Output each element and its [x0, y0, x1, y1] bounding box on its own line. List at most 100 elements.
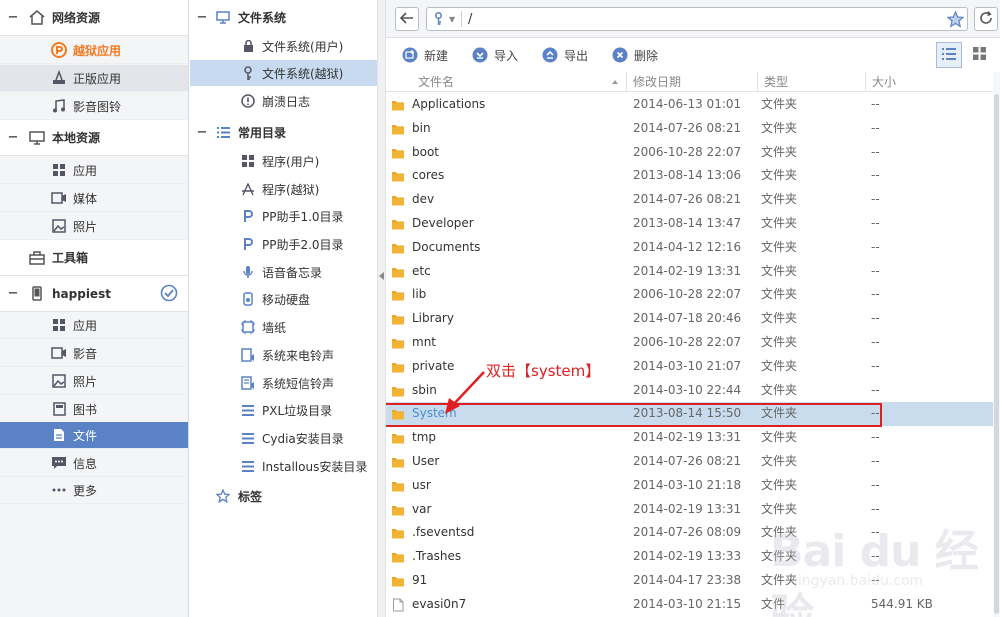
file-row[interactable]: Library 2014-07-18 20:46 文件夹 -- [386, 307, 993, 331]
file-date: 2013-08-14 13:06 [633, 168, 742, 183]
file-type: 文件夹 [761, 335, 798, 349]
file-size: -- [871, 192, 880, 207]
panel-collapse-handle[interactable] [377, 0, 386, 617]
file-row[interactable]: Documents 2014-04-12 12:16 文件夹 -- [386, 236, 993, 260]
grid-view-button[interactable] [966, 42, 992, 68]
file-type: 文件夹 [761, 430, 798, 445]
sidebar-item-device-photos[interactable]: 照片 [0, 368, 188, 395]
list-icon [214, 126, 232, 138]
file-date: 2014-03-10 21:07 [633, 358, 742, 373]
tree-section-tags[interactable]: 标签 [190, 481, 377, 511]
file-row[interactable]: mnt 2006-10-28 22:07 文件夹 -- [386, 331, 993, 355]
file-row[interactable]: Developer 2013-08-14 13:47 文件夹 -- [386, 212, 993, 236]
column-date[interactable]: 修改日期 [626, 72, 681, 92]
file-row[interactable]: bin 2014-07-26 08:21 文件夹 -- [386, 117, 993, 141]
column-type[interactable]: 类型 [757, 72, 788, 92]
collapse-toggle[interactable]: − [0, 286, 26, 301]
tree-item-cydia-dir[interactable]: Cydia安装目录 [190, 425, 377, 451]
file-row[interactable]: cores 2013-08-14 13:06 文件夹 -- [386, 164, 993, 188]
sidebar-group-device[interactable]: − happiest [0, 276, 188, 312]
sidebar-item-jailbreak-apps[interactable]: 越狱应用 [0, 37, 188, 64]
back-button[interactable] [395, 7, 419, 31]
file-size: -- [871, 97, 880, 111]
file-date: 2014-07-26 08:09 [633, 525, 742, 540]
collapse-toggle[interactable]: − [190, 125, 214, 140]
file-date: 2014-07-26 08:21 [633, 192, 742, 207]
sidebar-item-local-media[interactable]: 媒体 [0, 185, 188, 212]
scrollbar-thumb[interactable] [994, 94, 999, 614]
folder-icon [391, 288, 405, 302]
tree-item-pp1-dir[interactable]: PP助手1.0目录 [190, 203, 377, 229]
tree-item-sms-ringtones[interactable]: 系统短信铃声 [190, 370, 377, 396]
tree-item-fs-jailbreak[interactable]: 文件系统(越狱) [190, 60, 377, 86]
collapse-toggle[interactable]: − [190, 10, 214, 25]
tree-item-pxl-dir[interactable]: PXL垃圾目录 [190, 397, 377, 423]
tree-item-wallpaper[interactable]: 墙纸 [190, 314, 377, 340]
sidebar-item-local-apps[interactable]: 应用 [0, 157, 188, 184]
sidebar-item-genuine-apps[interactable]: 正版应用 [0, 65, 188, 92]
file-type: 文件夹 [761, 454, 798, 468]
column-size[interactable]: 大小 [865, 72, 896, 92]
file-row[interactable]: lib 2006-10-28 22:07 文件夹 -- [386, 283, 993, 307]
file-row[interactable]: User 2014-07-26 08:21 文件夹 -- [386, 450, 993, 474]
lock-icon [240, 39, 256, 53]
tree-item-apps-user[interactable]: 程序(用户) [190, 148, 377, 174]
list-icon [240, 404, 256, 416]
tree-item-voice-memos[interactable]: 语音备忘录 [190, 259, 377, 285]
file-date: 2014-04-12 12:16 [633, 239, 742, 254]
ringtone-icon [240, 348, 256, 362]
file-row[interactable]: usr 2014-03-10 21:18 文件夹 -- [386, 474, 993, 498]
file-type: 文件夹 [761, 311, 798, 326]
sidebar-group-network[interactable]: − 网络资源 [0, 0, 188, 36]
sidebar: − 网络资源 越狱应用 正版应用 影音图铃 − 本地资源 应用 媒体 照片 工具… [0, 0, 189, 617]
file-row[interactable]: etc 2014-02-19 13:31 文件夹 -- [386, 260, 993, 284]
file-row[interactable]: Applications 2014-06-13 01:01 文件夹 -- [386, 93, 993, 117]
sidebar-item-device-video[interactable]: 影音 [0, 340, 188, 367]
tree-item-apps-jailbreak[interactable]: 程序(越狱) [190, 176, 377, 202]
sidebar-group-toolbox[interactable]: 工具箱 [0, 240, 188, 276]
tree-section-filesystem[interactable]: − 文件系统 [190, 2, 377, 32]
file-size: -- [871, 311, 880, 326]
file-date: 2014-03-10 22:44 [633, 382, 742, 397]
sidebar-item-device-messages[interactable]: 信息 [0, 450, 188, 477]
file-row[interactable]: dev 2014-07-26 08:21 文件夹 -- [386, 188, 993, 212]
dropdown-caret-icon[interactable]: ▼ [449, 15, 459, 24]
sidebar-item-device-files[interactable]: 文件 [0, 422, 188, 449]
tree-item-mobile-drive[interactable]: 移动硬盘 [190, 286, 377, 312]
folder-icon [391, 193, 405, 207]
tree-item-fs-user[interactable]: 文件系统(用户) [190, 33, 377, 59]
sidebar-item-media-ringtones[interactable]: 影音图铃 [0, 93, 188, 120]
file-row[interactable]: tmp 2014-02-19 13:31 文件夹 -- [386, 426, 993, 450]
export-button[interactable]: 导出 [542, 47, 588, 64]
column-name[interactable]: 文件名 [412, 72, 454, 92]
delete-button[interactable]: 删除 [612, 47, 658, 64]
file-name: Documents [412, 239, 481, 254]
tree-item-pp2-dir[interactable]: PP助手2.0目录 [190, 231, 377, 257]
message-icon [50, 456, 68, 470]
refresh-button[interactable] [974, 7, 998, 31]
sidebar-item-local-photos[interactable]: 照片 [0, 213, 188, 240]
new-button[interactable]: 新建 [402, 47, 448, 64]
file-size: -- [871, 477, 880, 492]
sidebar-item-device-books[interactable]: 图书 [0, 396, 188, 423]
file-name: var [412, 501, 432, 516]
file-date: 2014-02-19 13:33 [633, 549, 742, 564]
address-input[interactable]: ▼ / [426, 7, 968, 31]
tree-item-call-ringtones[interactable]: 系统来电铃声 [190, 342, 377, 368]
file-date: 2006-10-28 22:07 [633, 287, 742, 302]
tree-item-crash-logs[interactable]: 崩溃日志 [190, 88, 377, 114]
favorite-star-icon[interactable] [943, 10, 967, 28]
file-row[interactable]: boot 2006-10-28 22:07 文件夹 -- [386, 141, 993, 165]
tree-section-common-dirs[interactable]: − 常用目录 [190, 117, 377, 147]
file-size: -- [871, 239, 880, 254]
vertical-scrollbar[interactable] [993, 72, 1000, 617]
sidebar-item-device-more[interactable]: 更多 [0, 477, 188, 504]
list-view-button[interactable] [936, 42, 962, 68]
import-button[interactable]: 导入 [472, 47, 518, 64]
sidebar-item-device-apps[interactable]: 应用 [0, 312, 188, 339]
collapse-toggle[interactable]: − [0, 10, 26, 25]
sidebar-group-local[interactable]: − 本地资源 [0, 120, 188, 156]
collapse-toggle[interactable]: − [0, 130, 26, 145]
tree-item-installous-dir[interactable]: Installous安装目录 [190, 453, 377, 479]
file-name: usr [412, 477, 431, 492]
